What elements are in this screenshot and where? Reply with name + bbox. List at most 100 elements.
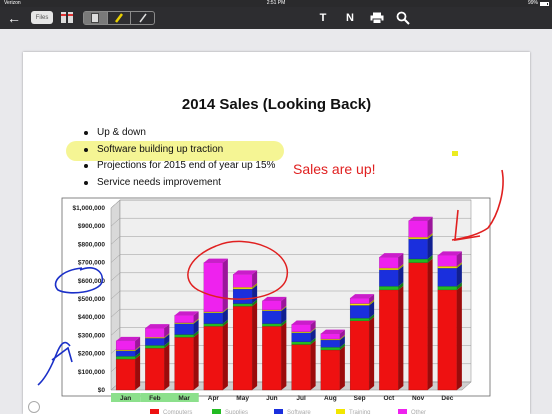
bar-segment-computers <box>320 349 341 391</box>
bar-segment-software <box>408 238 428 260</box>
bar-segment-supplies <box>115 356 136 360</box>
bar-segment-side <box>281 322 287 390</box>
legend-label: Training <box>349 410 370 414</box>
x-tick-label: Dec <box>441 395 453 402</box>
bar-segment-side <box>456 285 462 390</box>
bar-segment-software <box>320 339 341 348</box>
y-tick-label: $500,000 <box>78 296 105 303</box>
legend-swatch <box>150 409 159 414</box>
x-tick-label: Jan <box>120 395 131 402</box>
bar-segment-other <box>262 300 282 311</box>
bar-segment-side <box>252 302 258 390</box>
bar-segment-software <box>262 310 282 324</box>
bar-segment-training <box>349 303 370 306</box>
bar-segment-supplies <box>437 286 458 291</box>
bar-segment-training <box>232 287 253 290</box>
bar-segment-supplies <box>203 323 224 327</box>
y-tick-label: $100,000 <box>78 369 105 376</box>
bar-segment-software <box>203 312 224 324</box>
y-tick-label: $900,000 <box>78 223 105 230</box>
app: { "status_bar": { "carrier": "Verizon", … <box>0 0 552 414</box>
x-tick-label: Feb <box>149 395 161 402</box>
bar-segment-software <box>232 288 253 304</box>
page-scrubber-handle[interactable] <box>28 401 40 413</box>
bar-segment-computers <box>262 326 282 391</box>
y-tick-label: $1,000,000 <box>72 205 105 212</box>
bar-segment-computers <box>349 320 370 391</box>
bar-segment-computers <box>115 358 136 391</box>
bar-segment-computers <box>232 306 253 391</box>
bar-segment-supplies <box>174 334 194 338</box>
bar-segment-side <box>427 234 433 259</box>
y-tick-label: $600,000 <box>78 278 105 285</box>
bar-segment-other <box>379 256 399 269</box>
y-tick-label: $400,000 <box>78 314 105 321</box>
bar-segment-supplies <box>262 323 282 327</box>
bar-segment-other <box>203 262 224 312</box>
bar-segment-supplies <box>232 303 253 307</box>
x-tick-label: Apr <box>208 395 220 402</box>
x-tick-label: May <box>236 395 249 402</box>
bar-segment-side <box>135 355 141 390</box>
bar-segment-computers <box>174 337 194 391</box>
y-tick-label: $0 <box>98 387 106 394</box>
bullet-item: Up & down <box>80 125 275 142</box>
bar-segment-other <box>349 297 370 304</box>
y-tick-label: $200,000 <box>78 351 105 358</box>
annotation-text[interactable]: Sales are up! <box>293 161 376 177</box>
bar-segment-supplies <box>320 347 341 351</box>
bullet-item: Service needs improvement <box>80 175 275 192</box>
bar-segment-other <box>232 274 253 288</box>
bar-segment-supplies <box>408 258 428 263</box>
bar-segment-computers <box>379 289 399 391</box>
legend-swatch <box>274 409 283 414</box>
bar-segment-supplies <box>379 286 399 291</box>
bar-segment-software <box>145 337 165 346</box>
bar-segment-software <box>379 269 399 287</box>
bar-segment-computers <box>203 326 224 391</box>
bar-segment-supplies <box>349 317 370 321</box>
bar-segment-software <box>437 267 458 287</box>
x-tick-label: Mar <box>178 395 190 402</box>
bar-segment-side <box>310 340 316 390</box>
bar-segment-supplies <box>145 345 165 349</box>
bar-segment-side <box>222 322 228 390</box>
bar-segment-computers <box>437 289 458 391</box>
bar-segment-software <box>349 305 370 319</box>
bar-segment-other <box>145 327 165 338</box>
bar-segment-training <box>408 236 428 240</box>
bar-segment-side <box>398 285 404 390</box>
bar-segment-other <box>320 333 341 340</box>
bar-segment-other <box>115 340 136 351</box>
bar-segment-other <box>291 324 311 332</box>
x-tick-label: Nov <box>412 395 425 402</box>
x-tick-label: Oct <box>383 395 395 402</box>
bar-segment-side <box>427 258 433 390</box>
bar-segment-side <box>193 333 199 390</box>
bar-segment-side <box>222 258 228 312</box>
legend-swatch <box>212 409 221 414</box>
bar-segment-side <box>164 344 170 390</box>
legend-label: Computers <box>163 410 192 414</box>
bar-segment-training <box>379 267 399 271</box>
bar-segment-training <box>437 266 458 269</box>
x-tick-label: Jun <box>266 395 278 402</box>
y-tick-label: $700,000 <box>78 260 105 267</box>
legend-label: Other <box>411 410 426 414</box>
y-tick-label: $300,000 <box>78 332 105 339</box>
sales-chart: $0 $100,000 $200,000 $300,000 $400,000 $500,0… <box>61 197 491 414</box>
bullet-item: Projections for 2015 end of year up 15% <box>80 158 275 175</box>
legend-label: Software <box>287 410 311 414</box>
legend-label: Supplies <box>225 410 248 414</box>
x-tick-label: Sep <box>354 395 366 402</box>
bar-segment-other <box>174 315 194 323</box>
bar-segment-side <box>339 345 345 390</box>
bar-segment-supplies <box>291 341 311 345</box>
bar-segment-computers <box>408 262 428 391</box>
y-tick-label: $800,000 <box>78 241 105 248</box>
slide-title: 2014 Sales (Looking Back) <box>181 96 372 113</box>
bar-segment-computers <box>145 347 165 391</box>
bar-segment-side <box>369 316 375 390</box>
bar-segment-software <box>291 332 311 342</box>
bullet-list: Up & down Software building up traction … <box>80 125 275 191</box>
